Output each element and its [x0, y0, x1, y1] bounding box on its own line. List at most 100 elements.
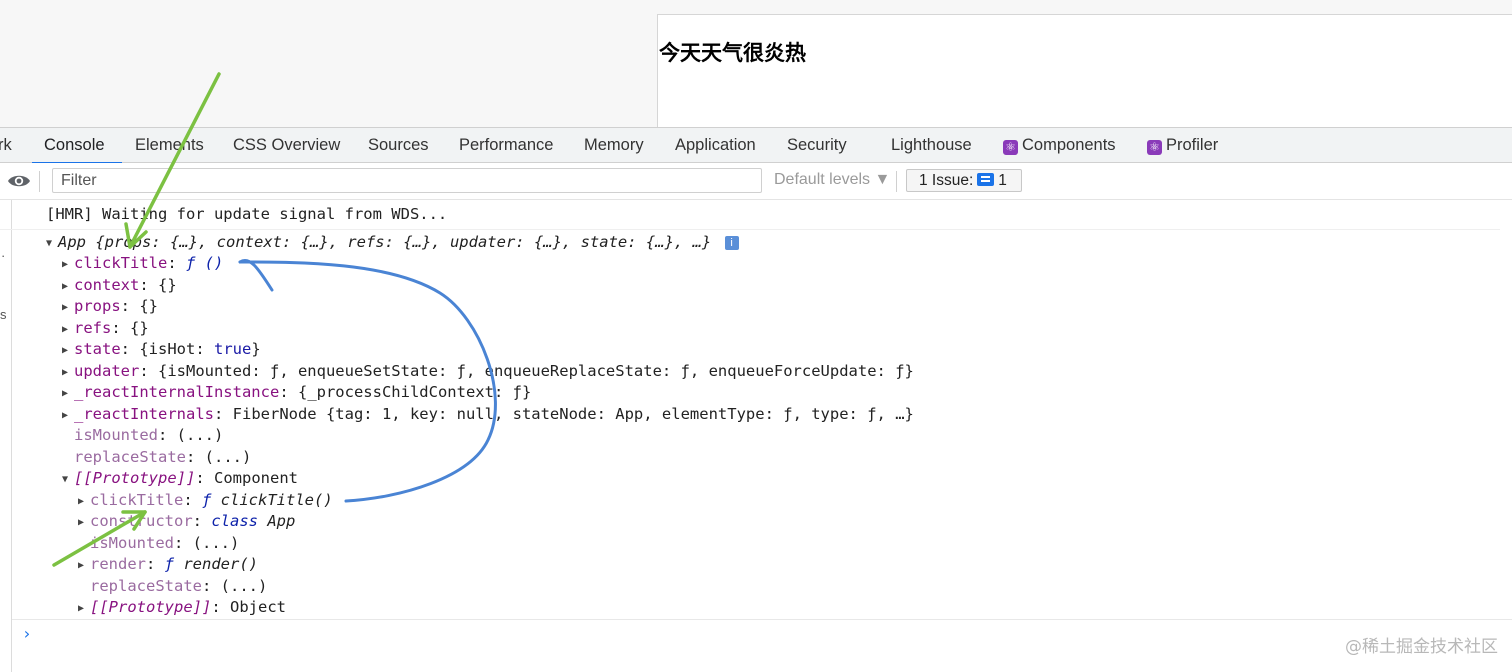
proto-row[interactable]: ▶ render: ƒ render(): [78, 554, 258, 575]
console-output: [HMR] Waiting for update signal from WDS…: [12, 200, 1512, 672]
prop-value-bool: true: [214, 340, 252, 358]
prop-value: {}: [158, 276, 177, 294]
tab-performance[interactable]: Performance: [459, 128, 553, 163]
react-icon: ⚛: [1147, 140, 1162, 155]
watermark: @稀土掘金技术社区: [1345, 637, 1498, 657]
prop-key: render: [90, 555, 146, 573]
devtools-tabbar: rk Console Elements CSS Overview Sources…: [0, 127, 1512, 164]
proto-row[interactable]: ▶ constructor: class App: [78, 511, 295, 532]
default-levels-dropdown[interactable]: Default levels ▼: [774, 171, 890, 189]
proto-row-getter[interactable]: replaceState: (...): [90, 576, 267, 597]
proto-row[interactable]: ▶ clickTitle: ƒ clickTitle(): [78, 490, 333, 511]
prop-row[interactable]: ▶ clickTitle: ƒ (): [62, 253, 223, 274]
prop-row[interactable]: ▶ refs: {}: [62, 318, 149, 339]
triangle-right-icon[interactable]: ▶: [62, 405, 74, 426]
triangle-right-icon[interactable]: ▶: [78, 512, 90, 533]
prop-key: _reactInternals: [74, 405, 214, 423]
console-prompt[interactable]: ›: [22, 624, 32, 643]
triangle-right-icon[interactable]: ▶: [62, 383, 74, 404]
prop-row-getter[interactable]: replaceState: (...): [74, 447, 251, 468]
prop-value: FiberNode {tag: 1, key: null, stateNode:…: [232, 405, 914, 423]
triangle-right-icon[interactable]: ▶: [78, 555, 90, 576]
console-message-hmr: [HMR] Waiting for update signal from WDS…: [46, 205, 448, 223]
prop-key: replaceState: [74, 448, 186, 466]
prop-key: _reactInternalInstance: [74, 383, 280, 401]
tab-security[interactable]: Security: [787, 128, 847, 163]
tab-elements[interactable]: Elements: [135, 128, 204, 163]
prop-value: (...): [192, 534, 240, 552]
prop-value: {}: [139, 297, 159, 315]
prop-key: [[Prototype]]: [90, 598, 212, 616]
prop-value-f: class: [211, 512, 258, 530]
prop-key: context: [74, 276, 140, 294]
prop-row[interactable]: ▶ _reactInternalInstance: {_processChildC…: [62, 382, 531, 403]
prop-row[interactable]: ▶ state: {isHot: true}: [62, 339, 261, 360]
console-toolbar: Default levels ▼ 1 Issue: 1: [0, 163, 1512, 200]
left-gutter: · s: [0, 200, 12, 672]
prop-value: Component: [214, 469, 298, 487]
triangle-down-icon[interactable]: ▼: [62, 469, 74, 490]
tab-lighthouse[interactable]: Lighthouse: [891, 128, 972, 163]
gutter-mark: s: [0, 307, 7, 322]
proto-row-getter[interactable]: isMounted: (...): [90, 533, 239, 554]
inspected-page-area: 今天天气很炎热: [0, 0, 1512, 128]
issues-label: 1 Issue:: [919, 172, 974, 189]
eye-icon[interactable]: [7, 172, 31, 190]
prop-value: {isHot:: [139, 340, 214, 358]
prompt-divider: [12, 619, 1512, 620]
tab-profiler-label: Profiler: [1166, 136, 1219, 154]
triangle-down-icon[interactable]: ▼: [46, 233, 58, 254]
triangle-right-icon[interactable]: ▶: [78, 598, 90, 619]
tab-css-overview[interactable]: CSS Overview: [233, 128, 340, 163]
triangle-right-icon[interactable]: ▶: [62, 276, 74, 297]
triangle-right-icon[interactable]: ▶: [62, 319, 74, 340]
prop-value: {}: [130, 319, 149, 337]
tab-console[interactable]: Console: [32, 128, 121, 164]
prop-row[interactable]: ▶ updater: {isMounted: ƒ, enqueueSetState…: [62, 361, 914, 382]
toolbar-divider: [39, 171, 40, 192]
tab-memory[interactable]: Memory: [584, 128, 644, 163]
prop-value: }: [251, 340, 261, 358]
prototype-row[interactable]: ▼ [[Prototype]]: Component: [62, 468, 298, 489]
issues-button[interactable]: 1 Issue: 1: [906, 169, 1022, 192]
tab-components[interactable]: ⚛ Components: [1003, 128, 1116, 163]
prop-key: props: [74, 297, 121, 315]
prop-value: App: [258, 512, 296, 530]
prop-key: state: [74, 340, 121, 358]
prop-value-f: ƒ: [202, 491, 212, 509]
tab-sources[interactable]: Sources: [368, 128, 429, 163]
prop-row-getter[interactable]: isMounted: (...): [74, 425, 223, 446]
prop-row[interactable]: ▶ _reactInternals: FiberNode {tag: 1, key…: [62, 404, 914, 425]
prop-value: render(): [174, 555, 259, 573]
prop-value: (...): [176, 426, 224, 444]
prop-key: clickTitle: [74, 254, 168, 272]
filter-input[interactable]: [52, 168, 762, 193]
triangle-right-icon[interactable]: ▶: [62, 254, 74, 275]
triangle-right-icon[interactable]: ▶: [62, 297, 74, 318]
app-name: App: [58, 233, 86, 251]
gutter-mark: ·: [1, 248, 6, 263]
react-icon: ⚛: [1003, 140, 1018, 155]
prop-value: (...): [204, 448, 252, 466]
page-heading: 今天天气很炎热: [659, 41, 806, 65]
info-icon[interactable]: i: [724, 236, 739, 250]
tab-application[interactable]: Application: [675, 128, 756, 163]
app-summary: {props: {…}, context: {…}, refs: {…}, up…: [95, 233, 712, 251]
prop-value: Object: [230, 598, 286, 616]
prop-row[interactable]: ▶ context: {}: [62, 275, 177, 296]
prop-value-f: ƒ: [164, 555, 175, 573]
tab-profiler[interactable]: ⚛ Profiler: [1147, 128, 1218, 163]
tab-components-label: Components: [1022, 136, 1116, 154]
issues-count: 1: [998, 172, 1007, 189]
proto-row[interactable]: ▶ [[Prototype]]: Object: [78, 597, 286, 618]
prop-key: [[Prototype]]: [74, 469, 196, 487]
prop-value: (...): [220, 577, 268, 595]
app-object-header[interactable]: ▼ App {props: {…}, context: {…}, refs: {……: [46, 232, 739, 253]
message-divider: [0, 229, 1500, 230]
triangle-right-icon[interactable]: ▶: [62, 340, 74, 361]
triangle-right-icon[interactable]: ▶: [62, 362, 74, 383]
tab-network-partial[interactable]: rk: [0, 128, 12, 163]
prop-value: ƒ (): [186, 254, 224, 272]
prop-row[interactable]: ▶ props: {}: [62, 296, 158, 317]
triangle-right-icon[interactable]: ▶: [78, 491, 90, 512]
